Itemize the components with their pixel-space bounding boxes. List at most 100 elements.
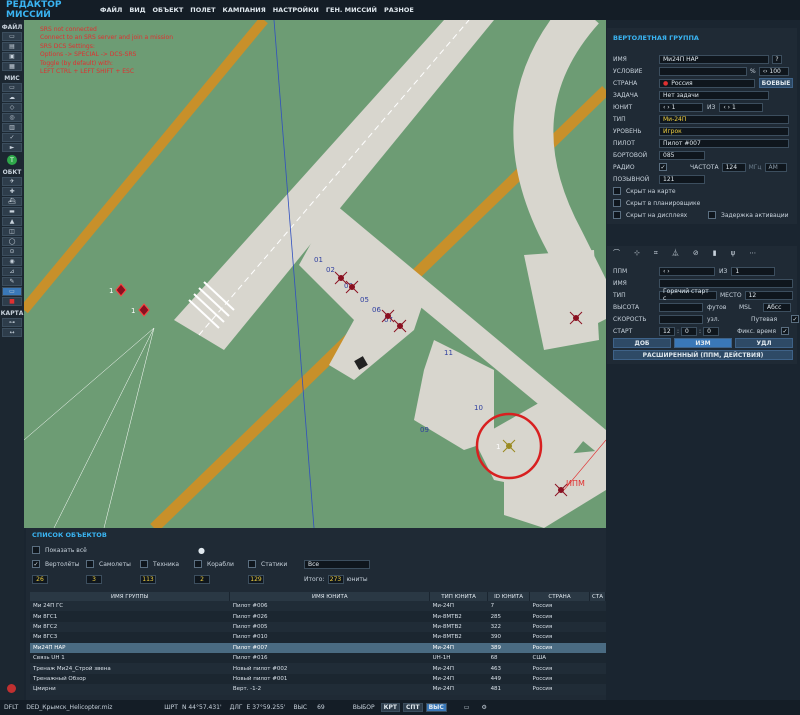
col-country[interactable]: СТРАНА [529, 592, 590, 601]
fly-icon[interactable]: ► [2, 143, 22, 152]
altitude-mode-select[interactable]: Абсс [763, 302, 791, 312]
coalition-filter[interactable]: Все [304, 560, 370, 569]
menu-object[interactable]: ОБЪЕКТ [153, 6, 184, 14]
new-file-icon[interactable]: ▭ [2, 32, 22, 41]
save-file-icon[interactable]: ▣ [2, 52, 22, 61]
satellite-mode-button[interactable]: СПТ [403, 703, 423, 712]
unit-stepper[interactable]: ‹ › 1 [659, 102, 703, 112]
skill-select[interactable]: Игрок [659, 126, 789, 136]
callsign-input[interactable]: 121 [659, 174, 705, 184]
table-row[interactable]: Ми 24П ГС Пилот #006 Ми-24П 7 Россия [30, 601, 606, 612]
goals-icon[interactable]: ◎ [2, 113, 22, 122]
menu-file[interactable]: ФАЙЛ [100, 6, 122, 14]
speed-lock-checkbox[interactable]: ✓ [791, 315, 799, 323]
open-file-icon[interactable]: ▤ [2, 42, 22, 51]
radio-icon[interactable]: ψ [731, 249, 736, 257]
add-waypoint-button[interactable]: ДОБ [613, 338, 671, 348]
record-icon[interactable] [7, 684, 16, 693]
enemy-marker-icon[interactable] [138, 303, 150, 317]
category-checkbox[interactable] [86, 560, 94, 568]
start-seconds[interactable]: 0 [703, 326, 720, 336]
map-mode-button[interactable]: КРТ [380, 703, 401, 712]
category-checkbox[interactable] [194, 560, 202, 568]
triggers-icon[interactable]: ◇ [2, 103, 22, 112]
menu-view[interactable]: ВИД [129, 6, 145, 14]
delete-icon[interactable]: ■ [2, 297, 22, 306]
category-checkbox[interactable]: ✓ [32, 560, 40, 568]
user-icon[interactable]: ● [198, 546, 205, 555]
table-row[interactable]: Ми 8ГС2 Пилот #005 Ми-8МТВ2 322 Россия [30, 621, 606, 633]
speed-input[interactable] [659, 314, 703, 324]
menu-misc[interactable]: РАЗНОЕ [384, 6, 414, 14]
category-checkbox[interactable] [140, 560, 148, 568]
menu-flight[interactable]: ПОЛЕТ [190, 6, 215, 14]
name-input[interactable]: Ми24П НАР [659, 54, 769, 64]
col-unit-name[interactable]: ИМЯ ЮНИТА [229, 592, 431, 601]
fixed-time-checkbox[interactable]: ✓ [781, 327, 790, 335]
table-row[interactable]: Цмирни Верт. -1-2 Ми-24П 481 Россия [30, 684, 606, 695]
altitude-mode-button[interactable]: ВЫС [425, 703, 447, 712]
draw-icon[interactable]: ✎ [2, 277, 22, 286]
resources-icon[interactable]: ▥ [2, 123, 22, 132]
airplane-icon[interactable]: ✈ [2, 177, 22, 186]
type-select[interactable]: Ми-24П [659, 114, 789, 124]
unit-total-stepper[interactable]: ‹ › 1 [719, 102, 764, 112]
layout-label[interactable]: DFLT [4, 704, 18, 711]
keyboard-icon[interactable]: ▭ [464, 704, 470, 711]
ship-icon[interactable]: ⛴ [2, 197, 22, 206]
table-row[interactable]: Тренаж Ми24_Строй звена Новый пилот #002… [30, 663, 606, 674]
enemy-marker-icon[interactable] [115, 283, 127, 297]
trigger-zone-icon[interactable]: ◯ [2, 237, 22, 246]
task-select[interactable]: Нет задачи [659, 90, 769, 100]
frequency-input[interactable]: 124 [721, 162, 746, 172]
more-icon[interactable]: ⋯ [749, 249, 756, 257]
helicopter-icon[interactable]: ✚ [2, 187, 22, 196]
target-icon[interactable]: ⊹ [634, 249, 640, 257]
delete-waypoint-button[interactable]: УДЛ [735, 338, 793, 348]
nav-point-icon[interactable]: ⊙ [2, 247, 22, 256]
map-view[interactable]: 01 02 03 05 06 07 11 10 09 1 1 1 ИПМ SRS… [24, 20, 606, 528]
hidden-planner-checkbox[interactable] [613, 199, 621, 207]
static-icon[interactable]: ▲ [2, 217, 22, 226]
vehicle-icon[interactable]: ▬ [2, 207, 22, 216]
table-row[interactable]: Тренажный Обзор Новый пилот #001 Ми-24П … [30, 673, 606, 685]
fuel-icon[interactable]: ▮ [713, 249, 717, 257]
board-number-input[interactable]: 085 [659, 150, 705, 160]
wp-type-select[interactable]: Горячий старт с [659, 288, 717, 302]
delay-activation-checkbox[interactable] [708, 211, 716, 219]
hidden-map-checkbox[interactable] [613, 187, 621, 195]
help-button[interactable]: ? [772, 54, 782, 64]
extended-button[interactable]: РАСШИРЕННЫЙ (ППМ, ДЕЙСТВИЯ) [613, 350, 793, 360]
start-hours[interactable]: 12 [659, 326, 675, 336]
modulation-select[interactable]: AM [764, 162, 787, 172]
probability-stepper[interactable]: ‹› 100 [758, 66, 789, 76]
timer-icon[interactable]: Т [7, 155, 17, 165]
col-unit-type[interactable]: ТИП ЮНИТА [429, 592, 489, 601]
combat-button[interactable]: БОЕВЫЕ [759, 78, 793, 88]
options-icon[interactable]: ✓ [2, 133, 22, 142]
save-as-icon[interactable]: ▦ [2, 62, 22, 71]
template-icon[interactable]: ◫ [2, 227, 22, 236]
table-row[interactable]: Ми 8ГС1 Пилот #026 Ми-8МТВ2 285 Россия [30, 611, 606, 622]
measure-icon[interactable]: ⊿ [2, 267, 22, 276]
col-unit-id[interactable]: ID ЮНИТА [487, 592, 531, 601]
pilot-input[interactable]: Пилот #007 [659, 138, 789, 148]
menu-campaign[interactable]: КАМПАНИЯ [223, 6, 266, 14]
table-row[interactable]: Ми 8ГС3 Пилот #010 Ми-8МТВ2 390 Россия [30, 632, 606, 643]
wp-name-input[interactable] [659, 278, 793, 288]
table-row[interactable]: Связь UH 1 Пилот #016 UH-1H 68 США [30, 652, 606, 664]
col-group-name[interactable]: ИМЯ ГРУППЫ [30, 592, 231, 601]
menu-mission-gen[interactable]: ГЕН. МИССИЙ [326, 6, 377, 14]
weather-icon[interactable]: ☁ [2, 93, 22, 102]
altitude-input[interactable] [659, 302, 703, 312]
hidden-display-checkbox[interactable] [613, 211, 621, 219]
failures-icon[interactable]: ⊘ [693, 249, 699, 257]
gear-icon[interactable]: ⚙ [481, 704, 486, 711]
route-icon[interactable]: ⌒ [613, 248, 620, 258]
trigger-icon[interactable]: ⌗ [654, 249, 658, 258]
condition-input[interactable] [659, 66, 747, 76]
map-options-icon[interactable]: ⊶ [2, 318, 22, 327]
map-canvas[interactable]: 01 02 03 05 06 07 11 10 09 1 1 1 ИПМ [24, 20, 606, 528]
map-ruler-icon[interactable]: ↔ [2, 328, 22, 337]
show-all-checkbox[interactable] [32, 546, 40, 554]
